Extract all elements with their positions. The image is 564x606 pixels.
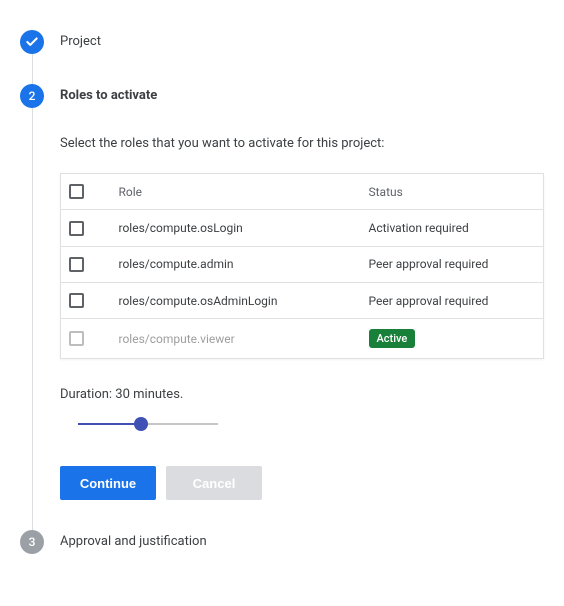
duration-section: Duration: 30 minutes. bbox=[60, 387, 544, 432]
step-project: Project bbox=[20, 30, 544, 84]
step-approval: 3 Approval and justification bbox=[20, 530, 544, 554]
slider-fill bbox=[78, 423, 141, 425]
step-title-approval: Approval and justification bbox=[60, 530, 544, 554]
status-badge: Active bbox=[369, 329, 416, 348]
header-role: Role bbox=[111, 174, 361, 210]
role-name: roles/compute.viewer bbox=[111, 319, 361, 359]
step-roles: 2 Roles to activate Select the roles tha… bbox=[20, 84, 544, 530]
step-marker-pending: 3 bbox=[20, 530, 44, 554]
table-row: roles/compute.osLogin Activation require… bbox=[61, 210, 544, 246]
role-name: roles/compute.osAdminLogin bbox=[111, 282, 361, 318]
row-checkbox[interactable] bbox=[69, 221, 84, 236]
row-checkbox[interactable] bbox=[69, 257, 84, 272]
roles-instruction: Select the roles that you want to activa… bbox=[60, 136, 544, 151]
table-row: roles/compute.osAdminLogin Peer approval… bbox=[61, 282, 544, 318]
step-title-project: Project bbox=[60, 30, 544, 54]
stepper: Project 2 Roles to activate Select the r… bbox=[0, 0, 564, 574]
check-icon bbox=[25, 35, 39, 49]
step-connector bbox=[32, 108, 33, 554]
row-checkbox[interactable] bbox=[69, 293, 84, 308]
select-all-checkbox[interactable] bbox=[69, 184, 84, 199]
button-row: Continue Cancel bbox=[60, 466, 544, 500]
roles-table: Role Status roles/compute.osLogin Activa… bbox=[60, 173, 544, 359]
table-row: roles/compute.viewer Active bbox=[61, 319, 544, 359]
table-row: roles/compute.admin Peer approval requir… bbox=[61, 246, 544, 282]
continue-button[interactable]: Continue bbox=[60, 466, 156, 500]
header-status: Status bbox=[361, 174, 544, 210]
role-name: roles/compute.admin bbox=[111, 246, 361, 282]
duration-label: Duration: 30 minutes. bbox=[60, 387, 544, 402]
step-title-roles: Roles to activate bbox=[60, 84, 544, 108]
role-status: Peer approval required bbox=[361, 246, 544, 282]
role-status: Activation required bbox=[361, 210, 544, 246]
duration-slider[interactable] bbox=[78, 416, 218, 432]
role-name: roles/compute.osLogin bbox=[111, 210, 361, 246]
row-checkbox bbox=[69, 331, 84, 346]
role-status: Peer approval required bbox=[361, 282, 544, 318]
step-marker-completed[interactable] bbox=[20, 30, 44, 54]
slider-thumb[interactable] bbox=[134, 417, 148, 431]
step-marker-active: 2 bbox=[20, 84, 44, 108]
cancel-button[interactable]: Cancel bbox=[166, 466, 262, 500]
